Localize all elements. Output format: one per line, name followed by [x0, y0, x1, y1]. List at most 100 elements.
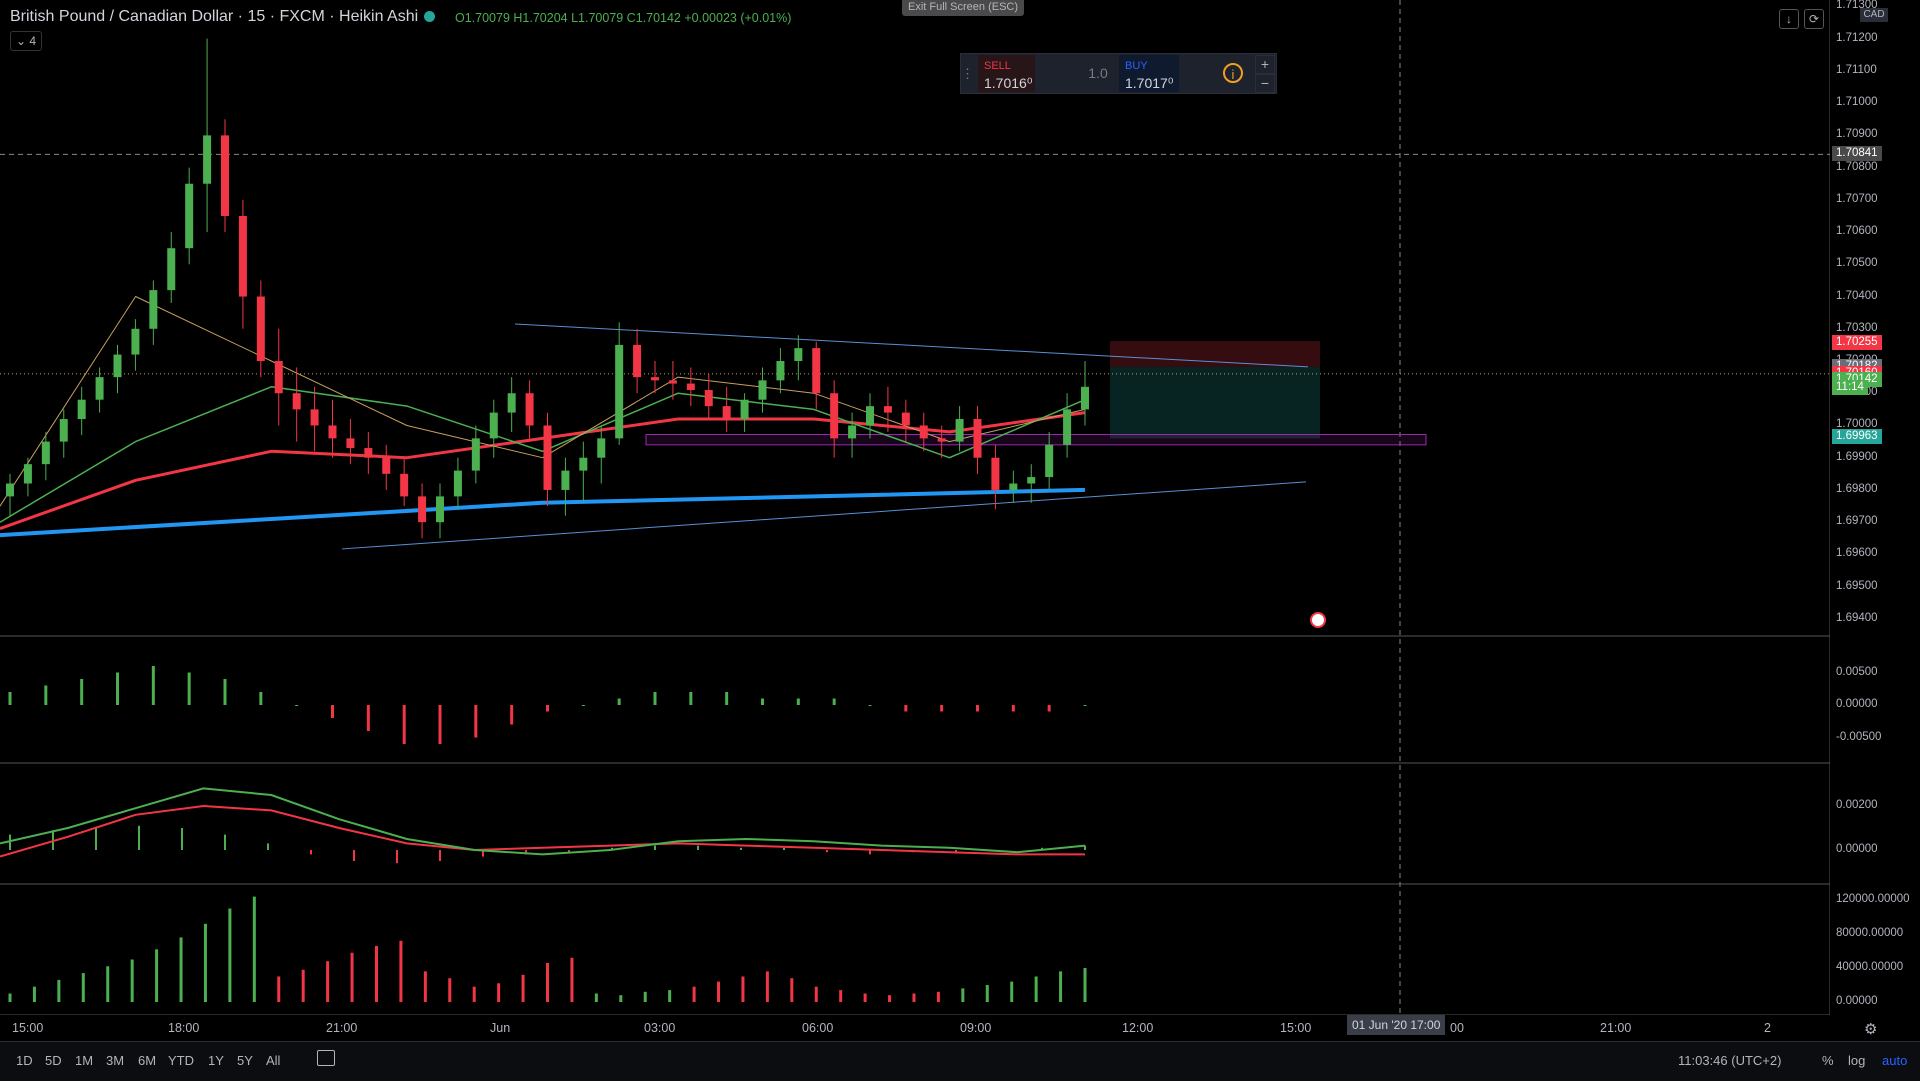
volume-bar — [668, 990, 672, 1002]
volume-bar — [1010, 981, 1014, 1002]
candle-body — [937, 438, 946, 442]
oscillator-bar — [223, 679, 227, 705]
settings-gear-icon[interactable]: ⚙ — [1864, 1020, 1877, 1038]
volume-bar — [326, 961, 330, 1002]
price-axis-label: 1.69400 — [1836, 611, 1878, 624]
oscillator-bar — [546, 705, 549, 712]
range-button-1m[interactable]: 1M — [75, 1053, 93, 1068]
macd-histogram-bar — [697, 845, 699, 850]
quantity-field[interactable]: 1.0 — [1077, 54, 1119, 93]
symbol-title[interactable]: British Pound / Canadian Dollar · 15 · F… — [10, 8, 418, 26]
log-toggle[interactable]: log — [1848, 1053, 1865, 1068]
price-axis-label: 1.69800 — [1836, 482, 1878, 495]
candle-body — [400, 473, 409, 497]
macd-histogram-bar — [224, 834, 226, 850]
indicators-collapse-button[interactable]: ⌄ 4 — [10, 31, 42, 51]
volume-bar — [765, 971, 769, 1002]
oscillator-bar — [832, 698, 836, 705]
price-axis-label: 1.70300 — [1836, 321, 1878, 334]
candle-body — [149, 290, 158, 329]
candle-body — [812, 348, 821, 394]
refresh-icon[interactable]: ⟳ — [1804, 9, 1824, 29]
volume-bar — [643, 991, 647, 1002]
oscillator-bar — [44, 685, 48, 705]
volume-bar — [57, 979, 61, 1002]
candle-body — [704, 390, 713, 407]
oscillator-bar — [1047, 705, 1051, 712]
oscillator-bar — [331, 705, 334, 718]
volume-bar — [8, 993, 12, 1002]
price-axis-label: 1.71200 — [1836, 31, 1878, 44]
volume-bar — [546, 962, 549, 1002]
sell-button[interactable]: SELL 1.7016⁰ — [978, 55, 1035, 92]
range-button-all[interactable]: All — [266, 1053, 280, 1068]
candle-body — [883, 406, 892, 413]
oscillator-axis-label: 0.00000 — [1836, 698, 1878, 710]
candle-body — [77, 399, 86, 420]
oscillator-bar — [868, 705, 872, 706]
candle-body — [543, 425, 552, 490]
price-tag-zone: 1.69963 — [1832, 429, 1882, 445]
sell-price: 1.7016⁰ — [984, 75, 1033, 91]
buy-button[interactable]: BUY 1.7017⁰ — [1119, 55, 1179, 92]
range-button-5d[interactable]: 5D — [45, 1053, 62, 1068]
auto-scale-toggle[interactable]: auto — [1882, 1053, 1907, 1068]
increase-quantity-button[interactable]: + — [1255, 55, 1275, 74]
oscillator-axis-label: -0.00500 — [1836, 730, 1882, 743]
candle-body — [633, 344, 642, 378]
price-axis-label: 1.70400 — [1836, 289, 1878, 302]
range-button-1d[interactable]: 1D — [16, 1053, 33, 1068]
price-axis-label: 1.69900 — [1836, 450, 1878, 463]
exit-fullscreen-button[interactable]: Exit Full Screen (ESC) — [902, 0, 1024, 16]
oscillator-bar — [1083, 705, 1087, 706]
volume-axis-label: 0.00000 — [1836, 995, 1878, 1007]
oscillator-bar — [904, 705, 908, 712]
range-button-6m[interactable]: 6M — [138, 1053, 156, 1068]
volume-bar — [619, 995, 623, 1002]
oscillator-bar — [80, 679, 84, 705]
oscillator-bar — [474, 705, 478, 738]
date-range-icon[interactable] — [317, 1050, 335, 1066]
stop-loss-zone — [1110, 341, 1320, 367]
candle-body — [758, 380, 767, 400]
clock-readout[interactable]: 11:03:46 (UTC+2) — [1678, 1053, 1781, 1068]
oscillator-bar — [725, 692, 729, 705]
range-button-5y[interactable]: 5Y — [237, 1053, 253, 1068]
candle-body — [471, 438, 480, 471]
info-icon[interactable]: i — [1223, 63, 1243, 83]
volume-axis-label: 40000.00000 — [1836, 961, 1904, 973]
buy-label: BUY — [1125, 60, 1148, 72]
candle-body — [955, 419, 964, 442]
candle-body — [113, 354, 122, 378]
volume-bar — [228, 908, 232, 1002]
percent-toggle[interactable]: % — [1822, 1053, 1834, 1068]
range-button-ytd[interactable]: YTD — [168, 1053, 194, 1068]
time-axis-label: 06:00 — [802, 1021, 834, 1035]
volume-bar — [1059, 971, 1063, 1002]
sell-label: SELL — [984, 60, 1011, 72]
macd-histogram-bar — [310, 850, 312, 855]
decrease-quantity-button[interactable]: − — [1255, 74, 1275, 93]
macd-axis-label: 0.00200 — [1836, 799, 1878, 811]
candle-body — [453, 470, 462, 497]
oscillator-bar — [259, 692, 263, 705]
volume-bar — [839, 990, 843, 1002]
volume-bar — [130, 959, 134, 1002]
drag-handle-icon[interactable]: ⋮⋮ — [961, 54, 987, 93]
volume-bar — [350, 952, 354, 1002]
event-flag-icon[interactable] — [1310, 612, 1326, 628]
range-button-1y[interactable]: 1Y — [208, 1053, 224, 1068]
oscillator-bar — [295, 705, 299, 706]
candle-body — [185, 183, 194, 249]
candle-body — [901, 412, 910, 426]
candle-body — [1045, 444, 1054, 478]
download-icon[interactable]: ↓ — [1779, 9, 1799, 29]
chart-canvas[interactable] — [0, 0, 1830, 1015]
oscillator-bar — [761, 698, 764, 705]
time-axis-label: 21:00 — [326, 1021, 358, 1035]
range-button-3m[interactable]: 3M — [106, 1053, 124, 1068]
volume-bar — [912, 993, 916, 1002]
macd-histogram-bar — [439, 850, 441, 861]
macd-histogram-bar — [826, 850, 828, 853]
candle-body — [1063, 409, 1072, 445]
